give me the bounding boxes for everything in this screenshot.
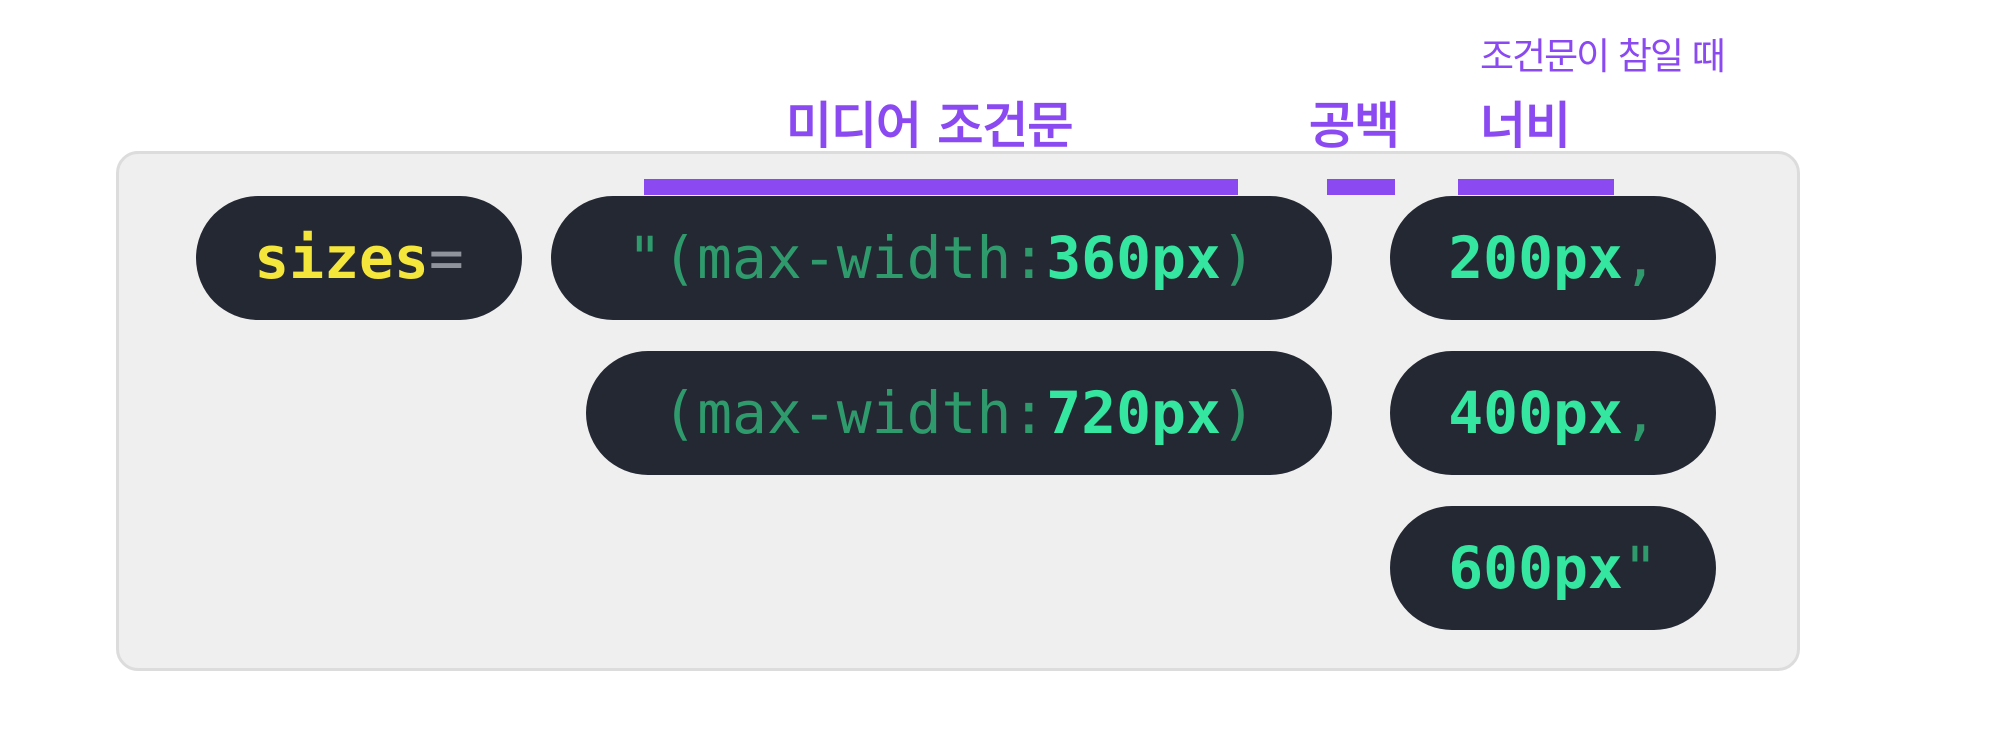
condition-suffix: ) (1220, 224, 1256, 292)
width-value: 600px (1448, 534, 1623, 602)
width-suffix: , (1622, 379, 1658, 447)
width-bar (1458, 179, 1614, 195)
width-value: 200px (1448, 224, 1623, 292)
condition-suffix: ) (1220, 379, 1256, 447)
width-label: 너비 (1480, 97, 1571, 155)
width-pill: 600px " (1390, 506, 1716, 630)
width-suffix: , (1622, 224, 1658, 292)
attribute-equals: = (428, 224, 464, 292)
condition-prefix: "(max-width: (627, 224, 1047, 292)
condition-value: 720px (1046, 379, 1221, 447)
width-pill: 400px, (1390, 351, 1716, 475)
condition-prefix: (max-width: (662, 379, 1047, 447)
width-value: 400px (1448, 379, 1623, 447)
attribute-name: sizes (254, 224, 429, 292)
sizes-attribute-pill: sizes = (196, 196, 522, 320)
media-condition-pill: (max-width: 720px) (586, 351, 1332, 475)
media-condition-pill: "(max-width: 360px) (551, 196, 1332, 320)
media-condition-label: 미디어 조건문 (786, 97, 1073, 155)
sizes-diagram: 조건문이 참일 때 미디어 조건문 공백 너비 sizes = "(max-wid… (0, 0, 2000, 744)
media-condition-bar (644, 179, 1238, 195)
width-note-label: 조건문이 참일 때 (1480, 35, 1726, 78)
space-label: 공백 (1309, 97, 1400, 155)
width-pill: 200px, (1390, 196, 1716, 320)
space-bar (1327, 179, 1395, 195)
condition-value: 360px (1046, 224, 1221, 292)
width-suffix: " (1622, 534, 1658, 602)
